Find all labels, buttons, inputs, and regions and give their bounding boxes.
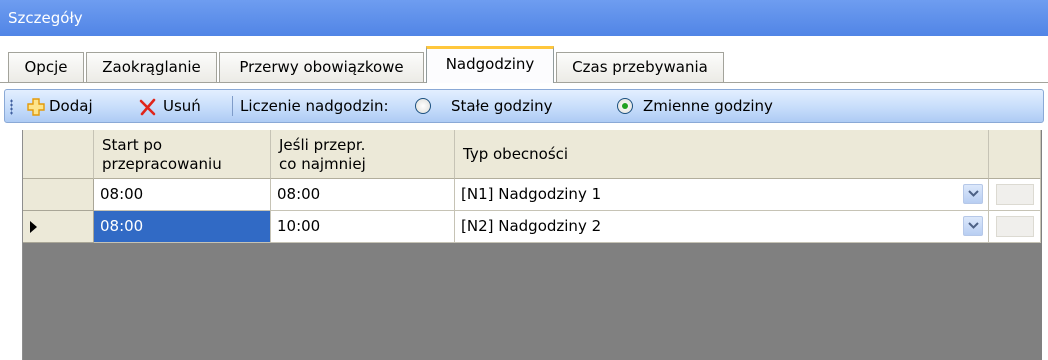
- column-header-type[interactable]: Typ obecności: [455, 130, 989, 179]
- grid-empty-area: [23, 243, 1041, 360]
- tab-zaokraglanie[interactable]: Zaokrąglanie: [86, 52, 217, 82]
- radio-fixed-hours[interactable]: [415, 98, 431, 114]
- radio-fixed-hours-label[interactable]: Stałe godziny: [451, 90, 553, 122]
- row-header[interactable]: [23, 179, 94, 211]
- toolbar-separator: [232, 96, 233, 116]
- toolbar: Dodaj Usuń Liczenie nadgodzin: Stałe god…: [4, 89, 1044, 123]
- cell-start-selected[interactable]: 08:00: [94, 211, 271, 243]
- column-header-start[interactable]: Start po przepracowaniu: [94, 130, 271, 179]
- cell-extra-box: [996, 216, 1034, 237]
- column-header-min[interactable]: Jeśli przepr. co najmniej: [271, 130, 455, 179]
- cell-min-worked[interactable]: 10:00: [271, 211, 455, 243]
- column-header-type-label: Typ obecności: [463, 145, 569, 163]
- radio-variable-hours-label[interactable]: Zmienne godziny: [643, 90, 773, 122]
- column-header-start-line2: przepracowaniu: [102, 155, 222, 173]
- window-title: Szczegóły: [0, 0, 1048, 36]
- cell-extra-box: [996, 184, 1034, 205]
- tab-nadgodziny[interactable]: Nadgodziny: [426, 46, 554, 83]
- chevron-down-icon: [968, 222, 979, 229]
- grid-corner-header: [23, 130, 94, 179]
- column-header-min-line2: co najmniej: [279, 155, 366, 173]
- radio-checked-dot: [622, 103, 628, 109]
- column-header-min-line1: Jeśli przepr.: [279, 136, 366, 154]
- combo-dropdown-button[interactable]: [963, 184, 983, 204]
- delete-icon: [139, 98, 157, 116]
- current-row-arrow-icon: [30, 221, 37, 233]
- overtime-mode-label: Liczenie nadgodzin:: [240, 97, 389, 115]
- cell-attendance-type[interactable]: [N2] Nadgodziny 2: [455, 211, 989, 243]
- delete-button[interactable]: Usuń: [163, 90, 201, 122]
- combo-dropdown-button[interactable]: [963, 216, 983, 236]
- overtime-grid: Start po przepracowaniu Jeśli przepr. co…: [22, 130, 1042, 360]
- tab-opcje[interactable]: Opcje: [8, 52, 84, 82]
- cell-extra[interactable]: [989, 179, 1041, 211]
- attendance-type-value: [N1] Nadgodziny 1: [461, 185, 602, 203]
- add-button[interactable]: Dodaj: [49, 90, 93, 122]
- row-header-current[interactable]: [23, 211, 94, 243]
- column-header-extra: [989, 130, 1041, 179]
- add-icon: [27, 98, 45, 116]
- attendance-type-value: [N2] Nadgodziny 2: [461, 217, 602, 235]
- column-header-start-line1: Start po: [102, 136, 163, 154]
- toolbar-grip-handle[interactable]: [10, 99, 13, 115]
- chevron-down-icon: [968, 190, 979, 197]
- tab-czas-przebywania[interactable]: Czas przebywania: [556, 52, 724, 82]
- radio-variable-hours[interactable]: [617, 98, 633, 114]
- cell-extra[interactable]: [989, 211, 1041, 243]
- cell-attendance-type[interactable]: [N1] Nadgodziny 1: [455, 179, 989, 211]
- tab-przerwy-obowiazkowe[interactable]: Przerwy obowiązkowe: [219, 52, 424, 82]
- cell-min-worked[interactable]: 08:00: [271, 179, 455, 211]
- cell-start[interactable]: 08:00: [94, 179, 271, 211]
